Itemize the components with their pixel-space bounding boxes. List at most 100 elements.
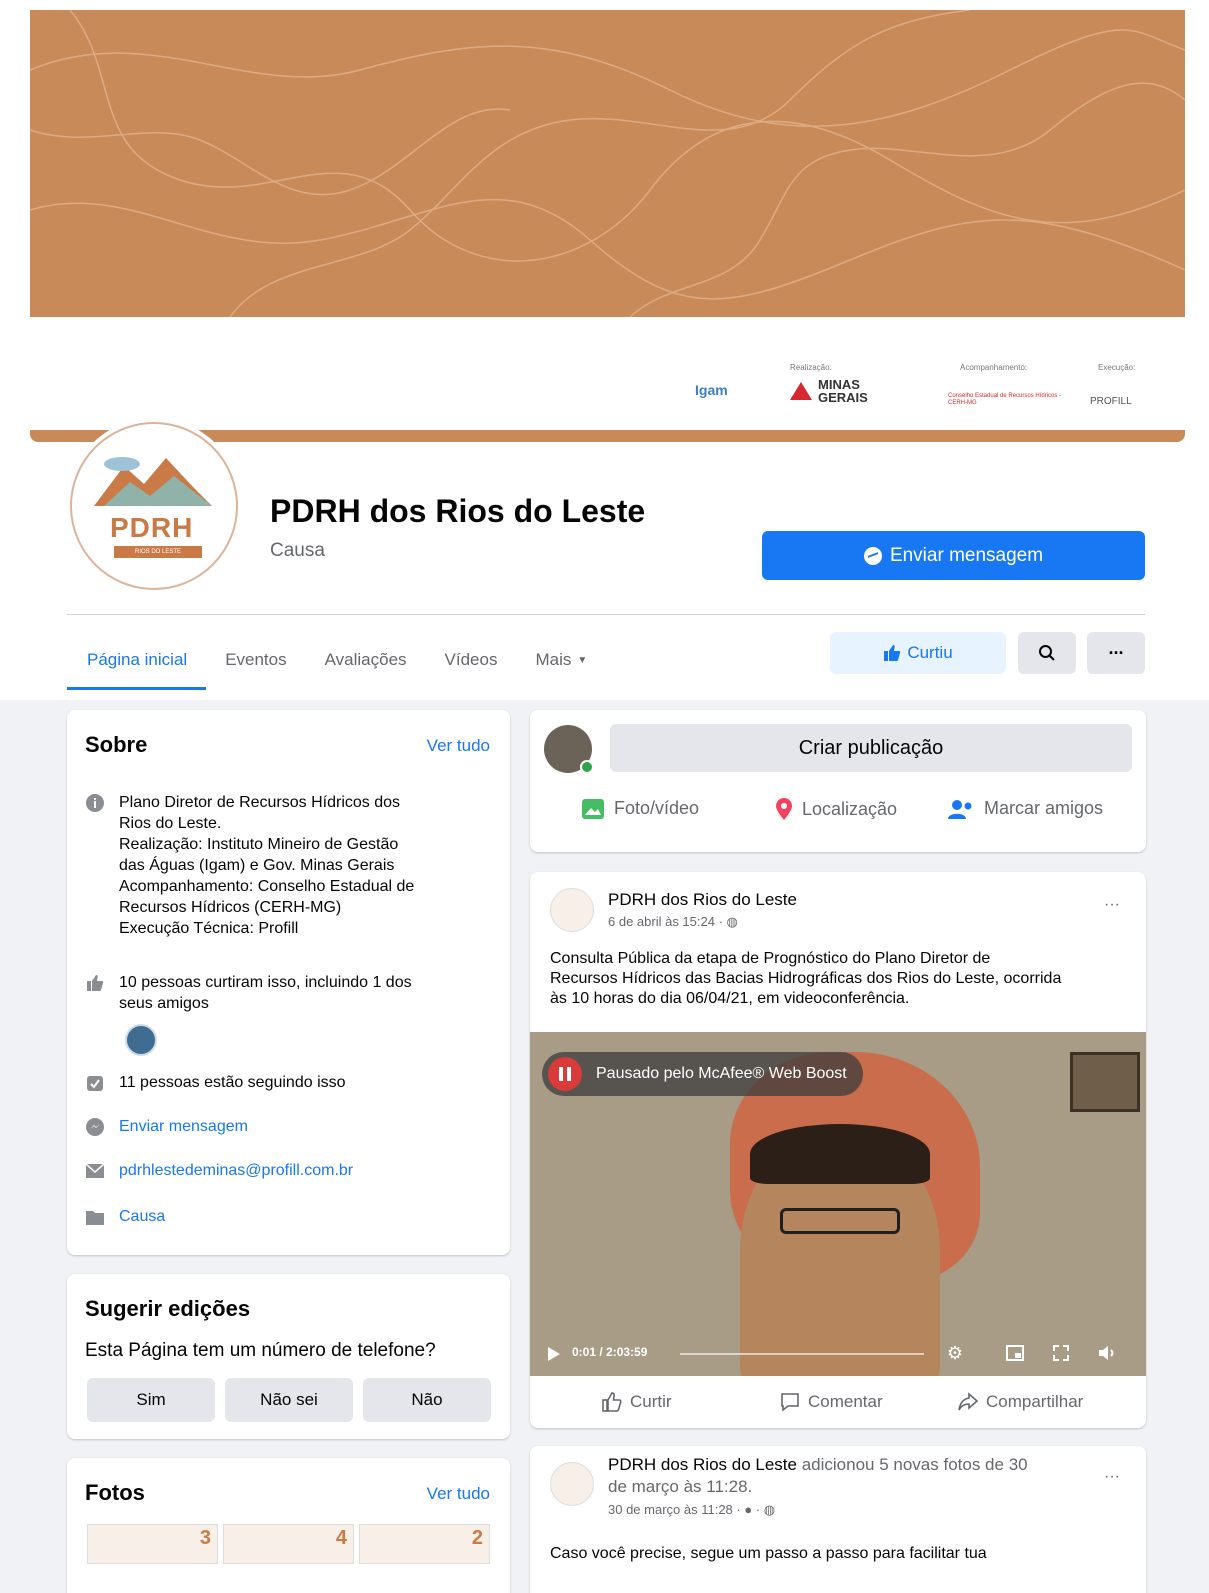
tab-events[interactable]: Eventos [206,630,305,690]
post-options-button[interactable]: ··· [1104,896,1120,914]
tab-videos[interactable]: Vídeos [426,630,517,690]
post-card: PDRH dos Rios do Leste 6 de abril às 15:… [530,872,1146,1428]
photo-video-button[interactable]: Foto/vídeo [582,798,699,819]
tab-home-label: Página inicial [87,650,188,669]
video-speaker-hair [750,1124,930,1184]
photo-thumbnail[interactable]: 4 [223,1524,354,1564]
post-author-name[interactable]: PDRH dos Rios do Leste [608,1455,797,1474]
comment-label: Comentar [808,1392,883,1411]
about-message-row[interactable]: Enviar mensagem [85,1116,248,1137]
photo-thumbnail[interactable]: 2 [359,1524,490,1564]
about-followers-text: 11 pessoas estão seguindo isso [119,1074,346,1091]
like-button[interactable]: Curtir [602,1392,672,1412]
post-timestamp[interactable]: 6 de abril às 15:24 · ◍ [608,914,738,930]
video-player[interactable]: Pausado pelo McAfee® Web Boost 0:01 / 2:… [530,1032,1146,1376]
tab-more-label: Mais [535,650,572,669]
comment-button[interactable]: Comentar [780,1392,883,1412]
minas-gerais-text: MINAS GERAIS [818,377,868,405]
suggest-edits-title: Sugerir edições [85,1296,251,1321]
suggest-edits-question: Esta Página tem um número de telefone? [85,1340,436,1361]
tag-friends-icon [948,799,972,819]
globe-icon: ◍ [726,914,738,929]
about-description: Plano Diretor de Recursos Hídricos dos R… [119,794,415,937]
about-category-row[interactable]: Causa [85,1206,165,1227]
location-button[interactable]: Localização [776,798,897,820]
igam-logo: Igam [695,382,728,398]
privacy-icon: ● · ◍ [744,1502,776,1517]
post-timestamp[interactable]: 30 de março às 11:28 · ● · ◍ [608,1502,775,1518]
fullscreen-icon[interactable] [1050,1342,1072,1364]
cover-sponsor-band [30,317,1185,430]
photos-title: Fotos [85,1480,145,1505]
volume-icon[interactable] [1096,1342,1118,1364]
answer-dont-know-button[interactable]: Não sei [225,1378,353,1422]
cover-lines [30,10,1185,317]
search-button[interactable] [1018,632,1076,674]
page-tabs: Página inicial Eventos Avaliações Vídeos… [67,630,606,690]
friend-avatar[interactable] [125,1024,157,1056]
avatar-logo-text: PDRH [110,512,194,543]
tag-friends-button[interactable]: Marcar amigos [948,798,1103,819]
photos-see-all-link[interactable]: Ver tudo [427,1484,490,1504]
about-send-message-link[interactable]: Enviar mensagem [119,1116,248,1137]
share-label: Compartilhar [986,1392,1084,1411]
photo-thumbnail[interactable]: 3 [87,1524,218,1564]
tab-reviews[interactable]: Avaliações [306,630,426,690]
like-label: Curtir [630,1392,672,1411]
photo-step-number: 3 [199,1527,211,1549]
photo-video-label: Foto/vídeo [614,798,700,818]
page-avatar[interactable]: PDRH RIOS DO LESTE [70,422,238,590]
post-author-avatar[interactable] [550,888,594,932]
thumbs-up-icon [884,645,901,661]
create-post-input[interactable]: Criar publicação [610,724,1132,772]
video-progress-bar[interactable] [680,1353,924,1355]
sponsor-label-realizacao: Realização: [790,363,832,372]
about-category-link[interactable]: Causa [119,1206,165,1227]
answer-no-button[interactable]: Não [363,1378,491,1422]
about-email-row[interactable]: pdrhlestedeminas@profill.com.br [85,1160,353,1181]
header-divider [67,614,1145,615]
page-category[interactable]: Causa [270,540,325,562]
answer-yes-button[interactable]: Sim [87,1378,215,1422]
about-followers-row: 11 pessoas estão seguindo isso [85,1072,346,1093]
location-pin-icon [776,798,792,820]
search-icon [1039,645,1055,661]
share-icon [958,1392,978,1411]
location-label: Localização [802,798,898,819]
miniplayer-icon[interactable] [1004,1342,1026,1364]
video-speaker-glasses [780,1208,900,1234]
post-actions: Curtir Comentar Compartilhar [530,1376,1146,1428]
settings-icon[interactable]: ⚙ [944,1342,966,1364]
about-email-link[interactable]: pdrhlestedeminas@profill.com.br [119,1160,353,1181]
send-message-button[interactable]: Enviar mensagem [762,531,1145,580]
tab-home[interactable]: Página inicial [67,630,207,690]
cover-photo[interactable]: Realização: Acompanhamento: Execução: Ig… [30,10,1185,442]
tag-friends-label: Marcar amigos [984,798,1104,818]
more-icon: ··· [1108,642,1125,663]
post-action-text-2: de março às 11:28. [608,1477,753,1496]
post-options-button[interactable]: ··· [1104,1468,1120,1486]
sponsor-label-execucao: Execução: [1098,363,1136,372]
minas-triangle-icon [790,382,812,400]
comment-icon [781,1393,799,1412]
photo-icon [582,798,604,819]
paused-banner-text: Pausado pelo McAfee® Web Boost [596,1065,847,1082]
tab-more[interactable]: Mais ▼ [516,630,606,690]
caret-down-icon: ▼ [577,654,588,666]
share-button[interactable]: Compartilhar [958,1392,1083,1412]
create-post-card: Criar publicação Foto/vídeo Localização … [530,710,1146,852]
post-author-avatar[interactable] [550,1462,594,1506]
tab-videos-label: Vídeos [444,650,498,669]
tab-reviews-label: Avaliações [324,650,407,669]
post-text: Consulta Pública da etapa de Prognóstico… [550,950,1062,1007]
more-options-button[interactable]: ··· [1087,632,1145,674]
play-icon[interactable] [548,1347,560,1361]
post-author-name[interactable]: PDRH dos Rios do Leste [608,890,797,910]
about-see-all-link[interactable]: Ver tudo [427,736,490,756]
suggest-edits-card: Sugerir edições Esta Página tem um númer… [67,1274,510,1439]
photo-step-number: 2 [471,1527,483,1549]
messenger-icon [85,1117,105,1137]
about-card: Sobre Ver tudo Plano Diretor de Recursos… [67,710,510,1255]
page-title: PDRH dos Rios do Leste [270,493,646,529]
liked-button[interactable]: Curtiu [830,632,1006,674]
